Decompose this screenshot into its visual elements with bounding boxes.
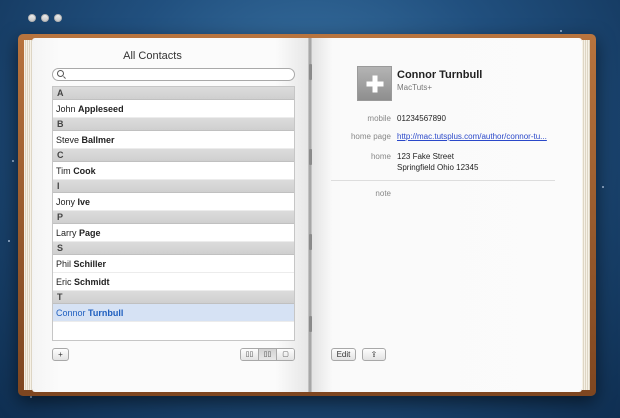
contact-list[interactable]: A John Appleseed B Steve Ballmer C Tim Cook I J… — [52, 86, 295, 341]
view-list-and-card-button[interactable]: ▯▯ — [259, 349, 277, 360]
zoom-button[interactable] — [54, 14, 62, 22]
window-title: All Contacts — [123, 50, 182, 62]
contact-first-name: Phil — [56, 259, 72, 269]
contact-row[interactable]: Jony Ive — [53, 193, 294, 211]
share-button[interactable]: ⇪ — [362, 348, 386, 361]
page-edges-left — [24, 40, 32, 390]
contact-last-name: Page — [79, 228, 101, 238]
right-page — [311, 38, 582, 392]
view-mode-segmented-control[interactable]: ▯▯ ▯▯ ▢ — [240, 348, 295, 361]
binding-ring — [309, 149, 312, 165]
contact-first-name: Eric — [56, 277, 72, 287]
contact-first-name: John — [56, 104, 76, 114]
contact-row[interactable]: Tim Cook — [53, 162, 294, 180]
view-card-only-button[interactable]: ▢ — [277, 349, 294, 360]
contact-last-name: Schiller — [73, 259, 107, 269]
contact-last-name: Ballmer — [81, 135, 115, 145]
contact-first-name: Steve — [56, 135, 80, 145]
contact-company: MacTuts+ — [397, 83, 433, 92]
section-header: T — [53, 291, 294, 304]
star-decor — [30, 396, 32, 398]
star-decor — [602, 186, 604, 188]
add-contact-button[interactable]: + — [52, 348, 69, 361]
contact-last-name: Schmidt — [74, 277, 110, 287]
contact-row[interactable]: Larry Page — [53, 224, 294, 242]
book-spine — [308, 38, 312, 392]
contact-row[interactable]: John Appleseed — [53, 100, 294, 118]
search-icon — [57, 70, 64, 77]
view-list-only-button[interactable]: ▯▯ — [241, 349, 259, 360]
section-header: S — [53, 242, 294, 255]
search-input[interactable] — [52, 68, 295, 81]
contact-last-name: Ive — [77, 197, 91, 207]
star-decor — [8, 240, 10, 242]
contact-avatar[interactable] — [357, 66, 392, 101]
contact-last-name: Cook — [73, 166, 96, 176]
edit-button[interactable]: Edit — [331, 348, 356, 361]
section-divider — [331, 180, 555, 181]
star-decor — [560, 30, 562, 32]
binding-ring — [309, 64, 312, 80]
mobile-label: mobile — [367, 114, 391, 123]
contact-first-name: Connor — [56, 308, 86, 318]
close-button[interactable] — [28, 14, 36, 22]
contact-first-name: Jony — [56, 197, 76, 207]
section-header: C — [53, 149, 294, 162]
placeholder-avatar-icon — [366, 75, 383, 92]
section-header: B — [53, 118, 294, 131]
note-label: note — [375, 189, 391, 198]
home-address-line2[interactable]: Springfield Ohio 12345 — [397, 163, 478, 172]
contact-row[interactable]: Connor Turnbull — [53, 304, 294, 322]
contact-first-name: Larry — [56, 228, 77, 238]
contact-row[interactable]: Eric Schmidt — [53, 273, 294, 291]
contact-name: Connor Turnbull — [397, 69, 483, 81]
contact-last-name: Turnbull — [88, 308, 124, 318]
section-header: P — [53, 211, 294, 224]
binding-ring — [309, 316, 312, 332]
home-address-line1[interactable]: 123 Fake Street — [397, 152, 454, 161]
page-edges-right — [582, 40, 590, 390]
window-controls — [28, 14, 62, 22]
homepage-link[interactable]: http://mac.tutsplus.com/author/connor-tu… — [397, 132, 547, 141]
star-decor — [12, 160, 14, 162]
mobile-value[interactable]: 01234567890 — [397, 114, 446, 123]
section-header: A — [53, 87, 294, 100]
contact-row[interactable]: Steve Ballmer — [53, 131, 294, 149]
contact-row[interactable]: Phil Schiller — [53, 255, 294, 273]
minimize-button[interactable] — [41, 14, 49, 22]
home-address-label: home — [370, 152, 391, 161]
contact-last-name: Appleseed — [78, 104, 124, 114]
section-header: I — [53, 180, 294, 193]
share-icon: ⇪ — [370, 350, 378, 359]
homepage-label: home page — [350, 132, 391, 141]
contact-first-name: Tim — [56, 166, 71, 176]
binding-ring — [309, 234, 312, 250]
